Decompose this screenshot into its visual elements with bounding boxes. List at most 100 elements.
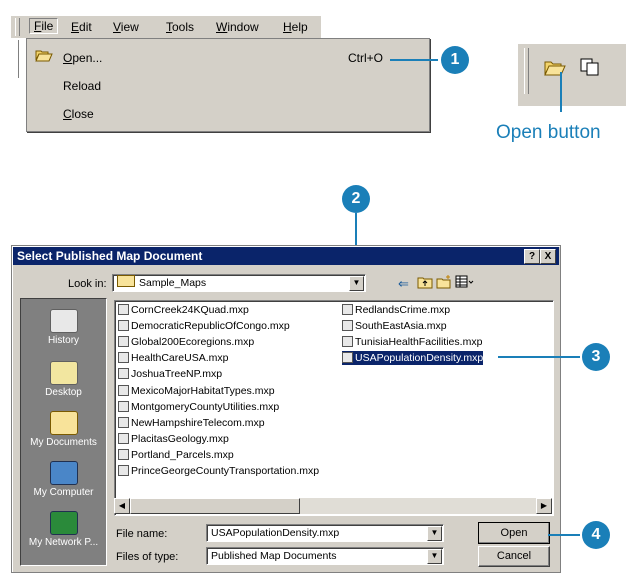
file-list-item-label: SouthEastAsia.mxp — [355, 320, 447, 333]
file-list-item-label: JoshuaTreeNP.mxp — [131, 368, 223, 381]
file-menu: Open... Ctrl+O Reload Close — [26, 38, 430, 132]
file-name-input[interactable]: USAPopulationDensity.mxp ▼ — [206, 524, 444, 542]
chevron-down-icon[interactable]: ▼ — [427, 549, 442, 564]
look-in-combo[interactable]: Sample_Maps ▼ — [112, 274, 366, 292]
place-my-network[interactable]: My Network P... — [21, 511, 106, 548]
computer-icon — [49, 461, 78, 485]
file-list-item-label: CornCreek24KQuad.mxp — [131, 304, 249, 316]
file-list-item[interactable]: USAPopulationDensity.mxp — [342, 351, 484, 366]
mxp-file-icon — [342, 336, 353, 348]
help-button[interactable]: ? — [524, 249, 540, 264]
mxp-file-icon — [342, 320, 353, 332]
back-arrow-icon[interactable]: ⇐ — [398, 276, 409, 292]
callout-3-leader — [498, 356, 580, 358]
file-list-item[interactable]: Portland_Parcels.mxp — [118, 448, 234, 462]
file-list-item[interactable]: SouthEastAsia.mxp — [342, 319, 447, 333]
callout-1-leader — [390, 59, 438, 61]
network-icon — [49, 511, 78, 535]
place-my-documents[interactable]: My Documents — [21, 411, 106, 448]
file-list-item[interactable]: RedlandsCrime.mxp — [342, 303, 450, 317]
place-history[interactable]: History — [21, 309, 106, 346]
mxp-file-icon — [118, 384, 129, 396]
open-folder-icon — [35, 48, 53, 65]
scroll-left-icon[interactable]: ◀ — [114, 498, 130, 514]
mxp-file-icon — [118, 304, 129, 315]
file-name-value: USAPopulationDensity.mxp — [211, 527, 340, 539]
file-list-item-label: MontgomeryCountyUtilities.mxp — [131, 400, 280, 413]
file-list-item[interactable]: TunisiaHealthFacilities.mxp — [342, 335, 482, 349]
file-list-item-label: PlacitasGeology.mxp — [131, 432, 229, 445]
menu-file[interactable]: File — [29, 18, 59, 34]
open-shortcut: Ctrl+O — [347, 51, 383, 65]
open-button[interactable]: Open — [478, 522, 550, 544]
file-list-item-label: MexicoMajorHabitatTypes.mxp — [131, 384, 275, 397]
copy-icon[interactable] — [580, 58, 600, 79]
file-list-item-label: DemocraticRepublicOfCongo.mxp — [131, 320, 290, 333]
folder-icon — [117, 275, 135, 287]
menu-help[interactable]: Help — [283, 20, 308, 34]
file-list-item-label: Global200Ecoregions.mxp — [131, 336, 255, 349]
file-name-label: File name: — [116, 528, 168, 540]
mxp-file-icon — [342, 304, 353, 315]
place-my-computer[interactable]: My Computer — [21, 461, 106, 498]
up-folder-icon[interactable] — [417, 275, 433, 292]
menu-item-close[interactable]: Close — [63, 107, 94, 121]
cancel-button[interactable]: Cancel — [478, 546, 550, 567]
file-list-item[interactable]: JoshuaTreeNP.mxp — [118, 367, 222, 381]
documents-icon — [49, 411, 78, 435]
file-list-item[interactable]: PrinceGeorgeCountyTransportation.mxp — [118, 464, 319, 478]
places-bar: History Desktop My Documents My Computer… — [20, 298, 107, 566]
dialog-titlebar: Select Published Map Document ? X — [13, 247, 559, 265]
menu-bar: File Edit View Tools Window Help — [10, 15, 321, 38]
open-button-leader — [560, 72, 562, 112]
open-folder-icon[interactable] — [544, 58, 566, 79]
close-button[interactable]: X — [540, 249, 556, 264]
callout-4-leader — [548, 534, 580, 536]
chevron-down-icon[interactable]: ▼ — [427, 526, 442, 541]
files-of-type-select[interactable]: Published Map Documents ▼ — [206, 547, 444, 565]
file-list-item[interactable]: HealthCareUSA.mxp — [118, 351, 228, 365]
mxp-file-icon — [118, 336, 129, 348]
files-of-type-label: Files of type: — [116, 551, 179, 563]
menu-item-open[interactable]: Open... — [63, 51, 102, 65]
mxp-file-icon — [118, 368, 129, 380]
horizontal-scrollbar[interactable]: ◀ ▶ — [114, 498, 552, 514]
mxp-file-icon — [118, 352, 129, 364]
view-menu-icon[interactable] — [455, 275, 475, 292]
menu-tools[interactable]: Tools — [166, 20, 194, 34]
history-icon — [49, 309, 78, 333]
toolbar-grip[interactable] — [15, 18, 20, 36]
callout-4: 4 — [582, 521, 610, 549]
mxp-file-icon — [118, 448, 129, 460]
scroll-thumb[interactable] — [130, 498, 300, 514]
scroll-right-icon[interactable]: ▶ — [536, 498, 552, 514]
select-published-map-dialog: Select Published Map Document ? X Look i… — [11, 245, 561, 573]
file-list-item[interactable]: PlacitasGeology.mxp — [118, 432, 229, 446]
toolbar-grip — [524, 48, 529, 94]
menu-window[interactable]: Window — [216, 20, 259, 34]
menu-view[interactable]: View — [113, 20, 139, 34]
menu-edit[interactable]: Edit — [71, 20, 92, 34]
file-list-item-label: USAPopulationDensity.mxp — [355, 352, 484, 365]
file-list-item-label: TunisiaHealthFacilities.mxp — [355, 336, 483, 349]
files-of-type-value: Published Map Documents — [211, 550, 337, 562]
file-list-item[interactable]: NewHampshireTelecom.mxp — [118, 416, 265, 430]
new-folder-icon[interactable] — [436, 275, 452, 292]
mxp-file-icon — [118, 320, 129, 332]
place-desktop[interactable]: Desktop — [21, 361, 106, 398]
file-list-item-label: RedlandsCrime.mxp — [355, 304, 451, 316]
mxp-file-icon — [118, 432, 129, 444]
chevron-down-icon[interactable]: ▼ — [349, 276, 364, 291]
file-list-item[interactable]: DemocraticRepublicOfCongo.mxp — [118, 319, 290, 333]
toolbar-grip-lower — [14, 40, 19, 78]
dialog-title: Select Published Map Document — [17, 249, 203, 263]
file-list-item-label: NewHampshireTelecom.mxp — [131, 416, 265, 429]
menu-item-reload[interactable]: Reload — [63, 79, 101, 93]
open-button-caption: Open button — [496, 122, 601, 143]
file-list-item[interactable]: Global200Ecoregions.mxp — [118, 335, 254, 349]
mxp-file-icon — [118, 400, 129, 412]
file-list-item[interactable]: MexicoMajorHabitatTypes.mxp — [118, 384, 275, 398]
file-list-item[interactable]: CornCreek24KQuad.mxp — [118, 303, 249, 317]
file-list-item[interactable]: MontgomeryCountyUtilities.mxp — [118, 400, 279, 414]
mxp-file-icon — [118, 465, 129, 476]
